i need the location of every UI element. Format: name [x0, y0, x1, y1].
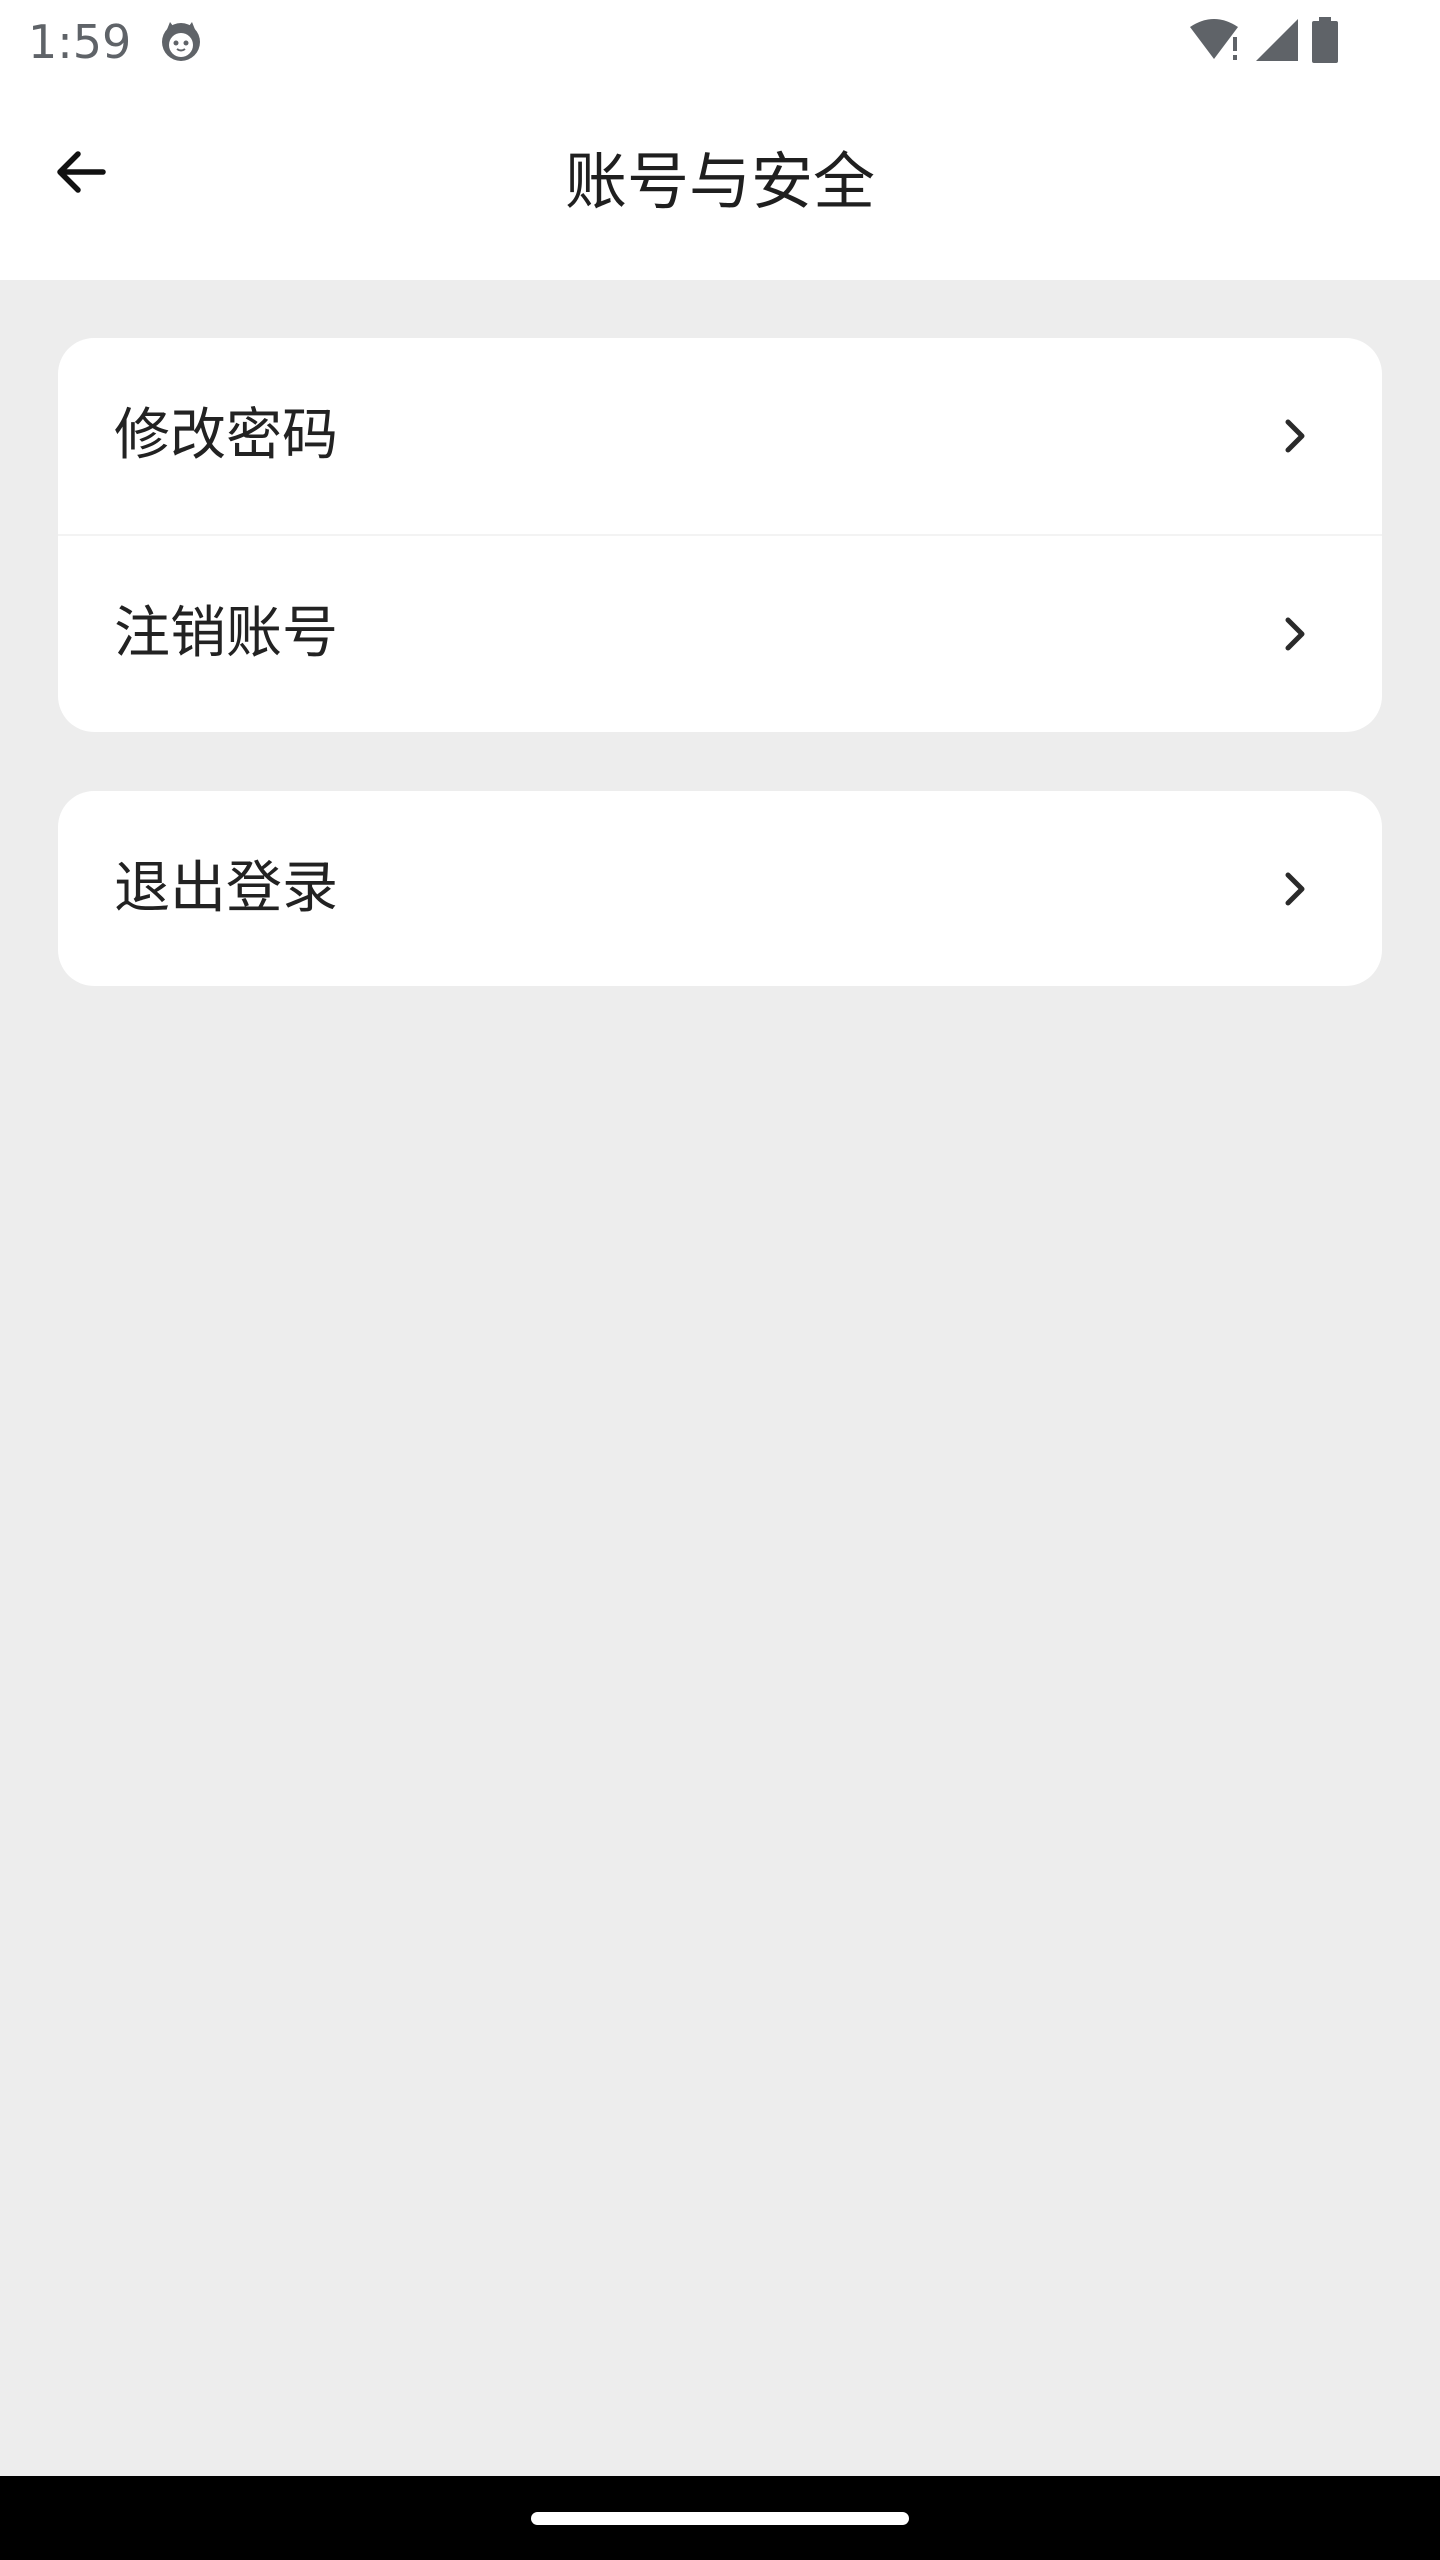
delete-account-label: 注销账号 [114, 601, 338, 666]
change-password-label: 修改密码 [114, 403, 338, 468]
status-icons [1188, 17, 1340, 67]
page-title: 账号与安全 [564, 145, 875, 218]
status-time: 1:59 [28, 15, 132, 69]
chevron-right-icon [1278, 865, 1314, 913]
home-indicator[interactable] [531, 2512, 909, 2525]
system-navigation-bar [0, 2476, 1440, 2560]
battery-icon [1310, 17, 1340, 67]
chevron-right-icon [1278, 412, 1314, 460]
account-settings-card: 修改密码 注销账号 [58, 338, 1382, 732]
logout-card: 退出登录 [58, 791, 1382, 986]
logout-label: 退出登录 [114, 856, 338, 921]
app-bar: 账号与安全 [0, 84, 1440, 280]
wifi-alert-icon [1188, 17, 1244, 67]
change-password-row[interactable]: 修改密码 [58, 338, 1382, 534]
cell-signal-icon [1254, 17, 1300, 67]
logout-row[interactable]: 退出登录 [58, 791, 1382, 986]
cat-face-icon [158, 18, 204, 64]
delete-account-row[interactable]: 注销账号 [58, 534, 1382, 732]
status-bar: 1:59 [0, 0, 1440, 84]
chevron-right-icon [1278, 610, 1314, 658]
